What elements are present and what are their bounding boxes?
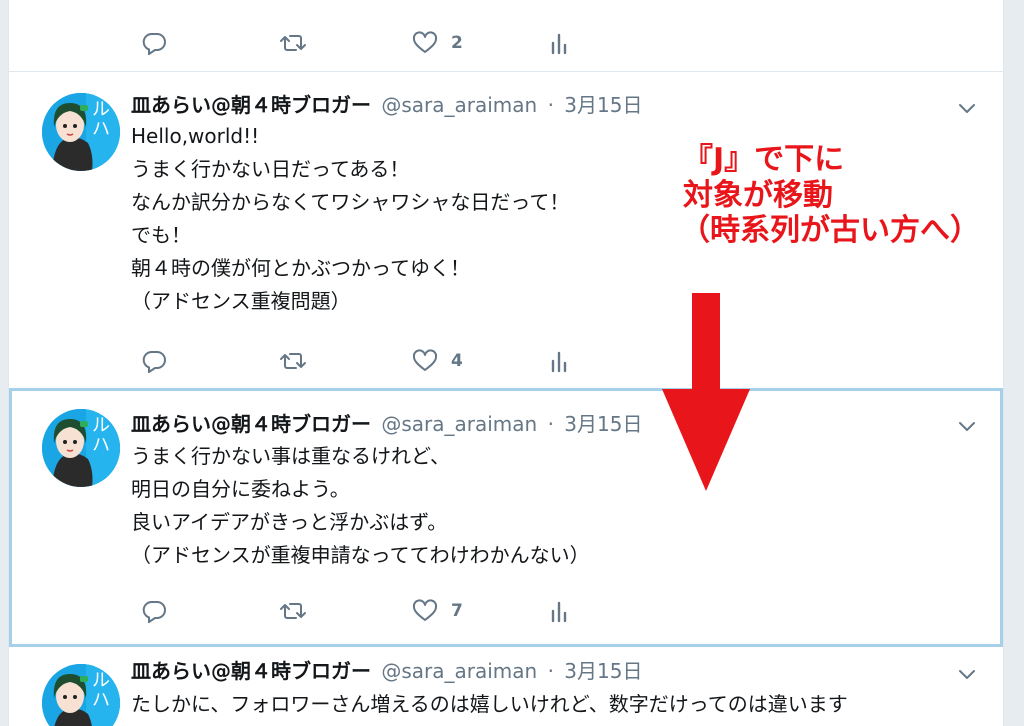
annotation-text: 『J』で下に 対象が移動 （時系列が古い方へ） [680, 142, 980, 248]
tweet-line: うまく行かない事は重なるけれど、 [131, 444, 450, 468]
separator: · [547, 93, 554, 117]
tweet-line: なんか訳分からなくてワシャワシャな日だって！ [131, 190, 570, 214]
annotation-line: 『J』で下に [683, 142, 845, 177]
chevron-down-icon[interactable] [957, 98, 977, 118]
reply-button[interactable] [141, 346, 179, 376]
retweet-icon [279, 349, 307, 373]
like-button[interactable]: 2 [411, 28, 463, 58]
separator: · [547, 659, 554, 683]
analytics-button[interactable] [549, 346, 569, 376]
heart-icon [411, 599, 439, 623]
separator: · [547, 412, 554, 436]
tweet-date[interactable]: 3月15日 [564, 412, 642, 436]
svg-text:ル: ル [92, 415, 110, 436]
screenshot-stage: 2 ル ハ 皿あらい@朝４時ブロガー @sara_araiman · 3月15日… [0, 0, 1024, 726]
tweet-line: でも！ [131, 223, 191, 247]
like-button[interactable]: 7 [411, 596, 463, 626]
tweet-line: うまく行かない日だってある！ [131, 157, 410, 181]
svg-text:ハ: ハ [92, 119, 110, 140]
avatar[interactable]: ル ハ [42, 93, 120, 171]
chevron-down-icon[interactable] [957, 664, 977, 684]
tweet-card[interactable]: 2 [9, 0, 1003, 72]
reply-icon [141, 31, 167, 55]
retweet-button[interactable] [279, 346, 319, 376]
tweet-text: Hello,world!! うまく行かない日だってある！ なんか訳分からなくてワ… [131, 120, 569, 318]
tweet-date[interactable]: 3月15日 [564, 659, 642, 683]
tweet-card[interactable]: ル ハ 皿あらい@朝４時ブロガー @sara_araiman · 3月15日 た [9, 648, 1003, 726]
analytics-icon [549, 349, 569, 373]
tweet-card-selected[interactable]: ル ハ 皿あらい@朝４時ブロガー @sara_araiman · 3月15日 う… [9, 388, 1003, 647]
author-name[interactable]: 皿あらい@朝４時ブロガー [131, 659, 371, 683]
tweet-text: たしかに、フォロワーさん増えるのは嬉しいけれど、数字だけってのは違います [131, 688, 848, 721]
tweet-actions: 7 [131, 596, 571, 626]
analytics-icon [549, 599, 569, 623]
author-name[interactable]: 皿あらい@朝４時ブロガー [131, 93, 371, 117]
author-handle[interactable]: @sara_araiman [381, 659, 537, 683]
svg-text:ハ: ハ [92, 690, 110, 711]
reply-button[interactable] [141, 596, 179, 626]
retweet-icon [279, 31, 307, 55]
tweet-line: たしかに、フォロワーさん増えるのは嬉しいけれど、数字だけってのは違います [131, 692, 848, 716]
heart-icon [411, 349, 439, 373]
avatar[interactable]: ル ハ [42, 409, 120, 487]
retweet-button[interactable] [279, 596, 319, 626]
analytics-button[interactable] [549, 596, 569, 626]
like-count: 2 [451, 33, 463, 53]
chevron-down-icon[interactable] [957, 416, 977, 436]
analytics-button[interactable] [549, 28, 569, 58]
svg-text:ハ: ハ [92, 435, 110, 456]
tweet-line: Hello,world!! [131, 124, 260, 148]
author-handle[interactable]: @sara_araiman [381, 412, 537, 436]
author-handle[interactable]: @sara_araiman [381, 93, 537, 117]
tweet-line: 明日の自分に委ねよう。 [131, 477, 350, 501]
svg-text:ル: ル [92, 670, 110, 691]
avatar[interactable]: ル ハ [42, 664, 120, 726]
analytics-icon [549, 31, 569, 55]
reply-icon [141, 349, 167, 373]
tweet-actions: 2 [131, 28, 571, 58]
reply-button[interactable] [141, 28, 179, 58]
annotation-line: （時系列が古い方へ） [680, 213, 980, 248]
tweet-header: 皿あらい@朝４時ブロガー @sara_araiman · 3月15日 [131, 93, 642, 117]
tweet-line: 良いアイデアがきっと浮かぶはず。 [131, 510, 448, 534]
down-arrow-icon [662, 293, 750, 491]
timeline: 2 ル ハ 皿あらい@朝４時ブロガー @sara_araiman · 3月15日… [8, 0, 1004, 726]
tweet-actions: 4 [131, 346, 571, 376]
reply-icon [141, 599, 167, 623]
tweet-line: （アドセンスが重複申請なっててわけわかんない） [131, 543, 590, 567]
svg-text:ル: ル [92, 99, 110, 120]
tweet-line: 朝４時の僕が何とかぶつかってゆく！ [131, 256, 470, 280]
heart-icon [411, 31, 439, 55]
like-button[interactable]: 4 [411, 346, 463, 376]
retweet-icon [279, 599, 307, 623]
retweet-button[interactable] [279, 28, 319, 58]
tweet-text: うまく行かない事は重なるけれど、 明日の自分に委ねよう。 良いアイデアがきっと浮… [131, 440, 590, 572]
tweet-header: 皿あらい@朝４時ブロガー @sara_araiman · 3月15日 [131, 659, 642, 683]
tweet-line: （アドセンス重複問題） [131, 289, 351, 313]
tweet-date[interactable]: 3月15日 [564, 93, 642, 117]
tweet-header: 皿あらい@朝４時ブロガー @sara_araiman · 3月15日 [131, 412, 642, 436]
like-count: 7 [451, 601, 463, 621]
author-name[interactable]: 皿あらい@朝４時ブロガー [131, 412, 371, 436]
like-count: 4 [451, 351, 463, 371]
annotation-line: 対象が移動 [683, 178, 833, 213]
